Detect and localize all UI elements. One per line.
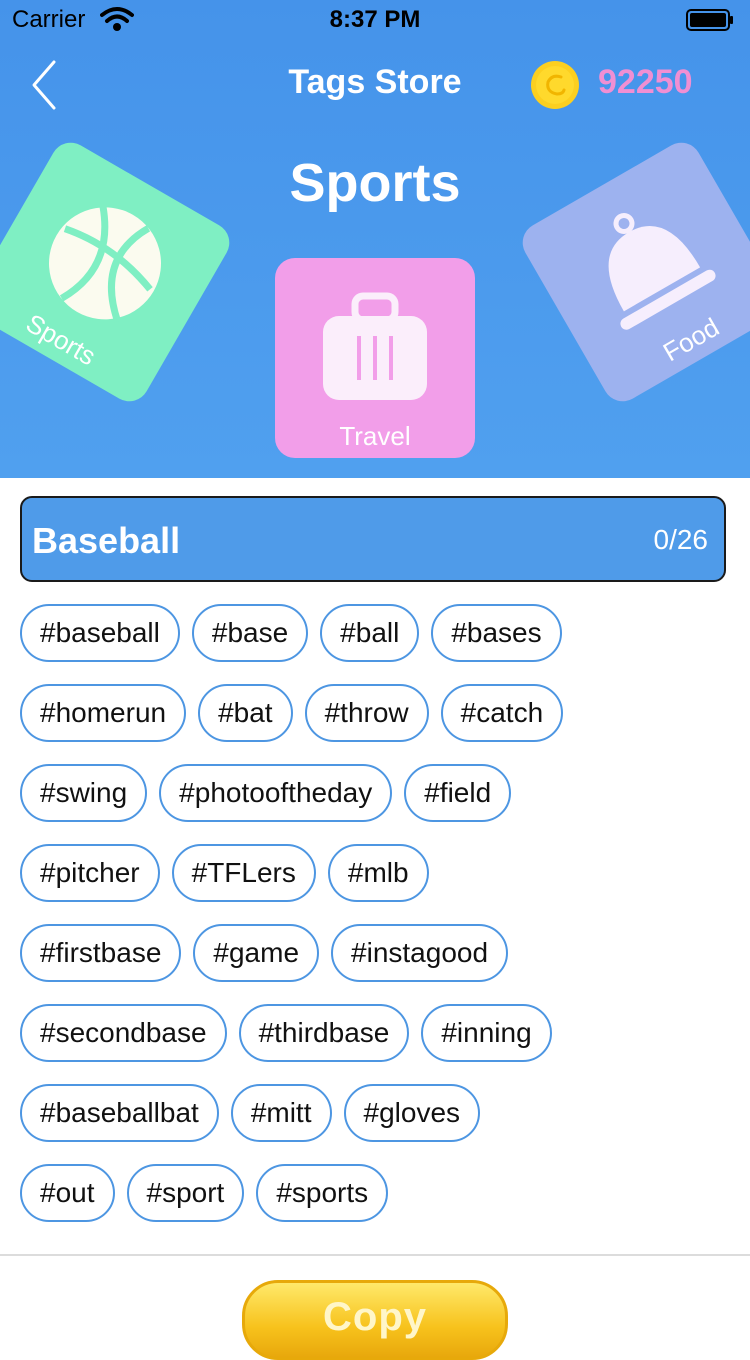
- tag-list: #baseball #base #ball #bases #homerun #bat #th…: [20, 604, 736, 1244]
- divider: [0, 1254, 750, 1256]
- tag-chip[interactable]: #pitcher: [20, 844, 160, 902]
- category-card-label: Travel: [339, 421, 411, 451]
- tag-chip[interactable]: #catch: [440, 684, 564, 742]
- coin-icon: [531, 61, 579, 109]
- tag-chip[interactable]: #field: [404, 764, 512, 822]
- tag-row: #homerun #bat #throw #catch: [20, 684, 736, 744]
- tag-row: #out #sport #sports: [20, 1164, 736, 1224]
- tag-chip[interactable]: #sport: [126, 1164, 245, 1222]
- tag-row: #pitcher #TFLers #mlb: [20, 844, 736, 904]
- tag-chip[interactable]: #mitt: [230, 1084, 332, 1142]
- copy-button-label: Copy: [323, 1295, 427, 1339]
- section-count: 0/26: [653, 524, 709, 555]
- tag-chip[interactable]: #bat: [198, 684, 293, 742]
- tag-chip[interactable]: #instagood: [331, 924, 509, 982]
- tag-chip[interactable]: #inning: [421, 1004, 552, 1062]
- tag-section-header[interactable]: Baseball 0/26: [20, 496, 726, 582]
- tag-row: #firstbase #game #instagood: [20, 924, 736, 984]
- tag-chip[interactable]: #throw: [304, 684, 429, 742]
- tag-chip[interactable]: #firstbase: [20, 924, 182, 982]
- tag-chip[interactable]: #baseballbat: [20, 1084, 219, 1142]
- category-card-travel[interactable]: Travel: [275, 258, 475, 458]
- tag-row: #baseball #base #ball #bases: [20, 604, 736, 664]
- tag-chip[interactable]: #gloves: [343, 1084, 481, 1142]
- coin-balance: 92250: [598, 63, 693, 101]
- tag-chip[interactable]: #thirdbase: [238, 1004, 410, 1062]
- tag-chip[interactable]: #base: [191, 604, 309, 662]
- status-bar: Carrier 8:37 PM: [0, 0, 750, 40]
- tag-row: #swing #photooftheday #field: [20, 764, 736, 824]
- section-title: Baseball: [32, 520, 181, 561]
- tag-row: #baseballbat #mitt #gloves: [20, 1084, 736, 1144]
- tag-chip[interactable]: #secondbase: [20, 1004, 227, 1062]
- suitcase-icon: [323, 292, 427, 400]
- tag-row: #secondbase #thirdbase #inning: [20, 1004, 736, 1064]
- tag-chip[interactable]: #homerun: [20, 684, 187, 742]
- tag-chip[interactable]: #ball: [320, 604, 420, 662]
- tag-chip[interactable]: #sports: [256, 1164, 389, 1222]
- tag-chip[interactable]: #TFLers: [171, 844, 316, 902]
- tag-chip[interactable]: #bases: [431, 604, 562, 662]
- tag-chip[interactable]: #mlb: [327, 844, 429, 902]
- tag-chip[interactable]: #out: [20, 1164, 115, 1222]
- tag-chip[interactable]: #photooftheday: [159, 764, 393, 822]
- tag-chip[interactable]: #baseball: [20, 604, 180, 662]
- status-time: 8:37 PM: [329, 6, 421, 33]
- copy-button[interactable]: Copy: [242, 1280, 508, 1360]
- battery-icon: [686, 9, 733, 31]
- tag-chip[interactable]: #swing: [20, 764, 148, 822]
- header: Carrier 8:37 PM Tags Store 92250 Sports …: [0, 0, 750, 478]
- tag-chip[interactable]: #game: [193, 924, 320, 982]
